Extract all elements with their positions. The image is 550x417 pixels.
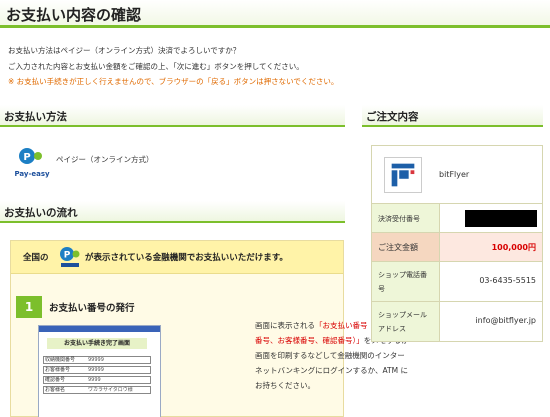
order-total-row: ご注文金額 100,000円 [372,232,542,261]
sample-row-value: 9999 [88,377,101,383]
shop-email-label-2: アドレス [378,325,406,333]
sample-row-value: 99999 [88,367,104,373]
payment-method-name: ペイジー（オンライン方式） [56,155,154,164]
shop-name: bitFlyer [439,170,470,179]
page-title-bar: お支払い内容の確認 [0,0,550,28]
shop-logo [384,157,422,193]
order-summary-table: bitFlyer 決済受付番号 ご注文金額 100,000円 ショップ電話番 号… [371,145,543,342]
sample-row-label: 収納機関番号 [45,357,76,363]
shop-phone-row: ショップ電話番 号 03-6435-5515 [372,261,542,301]
payment-method-header: お支払い方法 [0,105,345,127]
intro-line-1: お支払い方法はペイジー（オンライン方式）決済でよろしいですか？ [8,46,241,55]
sample-row: 確認番号 9999 [43,376,151,384]
flow-banner: 全国の P が表示されている金融機関でお支払いいただけます。 [11,241,343,274]
desc-line-3: 画面を印刷するなどして金融機関のインター [255,351,405,360]
shop-phone-label-1: ショップ電話番 [378,271,427,279]
sample-row-value: ワカラサイタロウ様 [88,387,133,393]
flow-banner-prefix: 全国の [23,253,49,263]
step-number: 1 [16,296,42,318]
order-total-label-cell: ご注文金額 [372,233,440,261]
shop-email-label-cell: ショップメール アドレス [372,302,440,341]
order-total-label: ご注文金額 [378,243,418,252]
sample-row-value: 99999 [88,357,104,363]
shop-phone-value: 03-6435-5515 [479,276,536,285]
desc-line-4: ネットバンキングにログインするか、ATM に [255,366,408,375]
desc-line-5: お持ちください。 [255,381,315,390]
order-total-value: 100,000円 [491,243,536,252]
order-summary-header: ご注文内容 [362,105,543,127]
shop-email-value: info@bitflyer.jp [475,316,536,325]
shop-email-row: ショップメール アドレス info@bitflyer.jp [372,301,542,341]
sample-row: お客様番号 99999 [43,366,151,374]
shop-phone-label-cell: ショップ電話番 号 [372,262,440,301]
sample-screenshot: お支払い手続き完了画面 収納機関番号 99999 お客様番号 99999 確認番… [38,325,161,417]
desc-text: 画面に表示される [255,321,315,330]
payment-flow-header: お支払いの流れ [0,201,345,223]
page-title: お支払い内容の確認 [6,6,142,24]
pay-easy-mini-icon: P [60,247,80,267]
sample-screenshot-heading: お支払い手続き完了画面 [47,338,147,349]
receipt-number-label-cell: 決済受付番号 [372,204,440,232]
shop-email-label-1: ショップメール [378,311,427,319]
sample-row-label: お客様名 [45,387,66,393]
svg-text:P: P [23,152,30,163]
sample-row-label: 確認番号 [45,377,66,383]
sample-row-label: お客様番号 [45,367,71,373]
sample-screenshot-titlebar [39,326,160,332]
pay-easy-logo: P Pay-easy [14,148,50,178]
shop-phone-label-2: 号 [378,285,385,293]
shop-info-row: bitFlyer [372,146,542,203]
payment-method-title: お支払い方法 [4,111,67,123]
payment-flow-title: お支払いの流れ [4,207,78,219]
receipt-number-label: 決済受付番号 [378,215,420,223]
sample-row: 収納機関番号 99999 [43,356,151,364]
receipt-number-redacted [465,210,537,227]
svg-text:P: P [64,251,71,261]
receipt-number-row: 決済受付番号 [372,203,542,232]
step-title: お支払い番号の発行 [49,303,135,314]
desc-highlight: 番号、お客様番号、確認番号）」 [255,336,364,345]
order-summary-title: ご注文内容 [366,111,419,123]
sample-row: お客様名 ワカラサイタロウ様 [43,386,151,394]
intro-line-2: ご入力された内容とお支払い金額をご確認の上、「次に進む」ボタンを押してください。 [8,62,304,71]
flow-banner-suffix: が表示されている金融機関でお支払いいただけます。 [85,253,288,263]
intro-warning: ※ お支払い手続きが正しく行えませんので、ブラウザーの「戻る」ボタンは押さないで… [8,77,339,86]
pay-easy-logo-text: Pay-easy [14,170,50,178]
